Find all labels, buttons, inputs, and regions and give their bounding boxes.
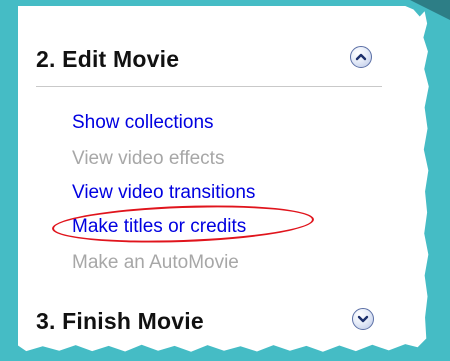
section-divider [36, 86, 382, 87]
task-make-an-automovie: Make an AutoMovie [72, 252, 239, 273]
edit-movie-title: 2. Edit Movie [36, 46, 180, 72]
chevron-down-icon [357, 315, 369, 323]
chevron-up-icon [355, 53, 367, 61]
collapse-edit-movie-button[interactable] [350, 46, 372, 68]
movie-tasks-panel: 2. Edit Movie Show collections View vide… [18, 6, 429, 352]
task-show-collections[interactable]: Show collections [72, 112, 214, 134]
finish-movie-title: 3. Finish Movie [36, 308, 204, 334]
expand-finish-movie-button[interactable] [352, 308, 374, 330]
highlight-ellipse [51, 201, 315, 247]
task-view-video-effects: View video effects [72, 148, 225, 169]
task-view-video-transitions[interactable]: View video transitions [72, 182, 255, 204]
